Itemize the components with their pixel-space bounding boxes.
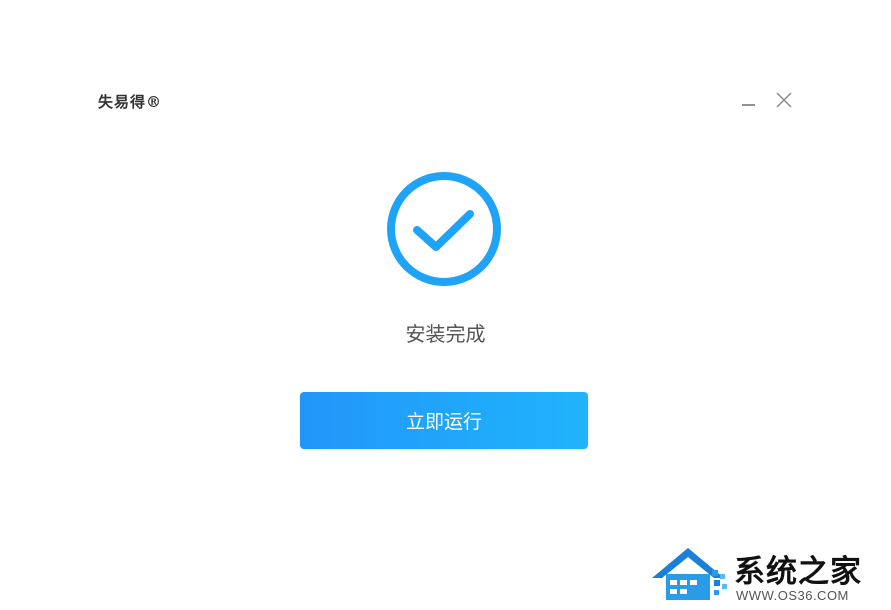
run-now-button[interactable]: 立即运行 — [300, 392, 588, 449]
checkmark-circle-icon — [387, 172, 501, 286]
window-controls — [738, 90, 794, 110]
watermark-url: WWW.OS36.COM — [736, 588, 849, 603]
run-now-button-label: 立即运行 — [405, 411, 482, 433]
minimize-icon — [742, 104, 755, 106]
minimize-button[interactable] — [738, 90, 758, 110]
installer-window: 失易得® 安装完成 立即运行 系统之家 WWW.OS36.COM — [0, 0, 891, 610]
watermark: 系统之家 WWW.OS36.COM — [648, 540, 888, 608]
app-title: 失易得® — [98, 93, 163, 111]
close-icon — [776, 92, 792, 108]
install-complete-text: 安装完成 — [405, 322, 486, 346]
watermark-name: 系统之家 — [734, 554, 862, 590]
close-button[interactable] — [774, 90, 794, 110]
house-logo-icon — [652, 548, 727, 600]
